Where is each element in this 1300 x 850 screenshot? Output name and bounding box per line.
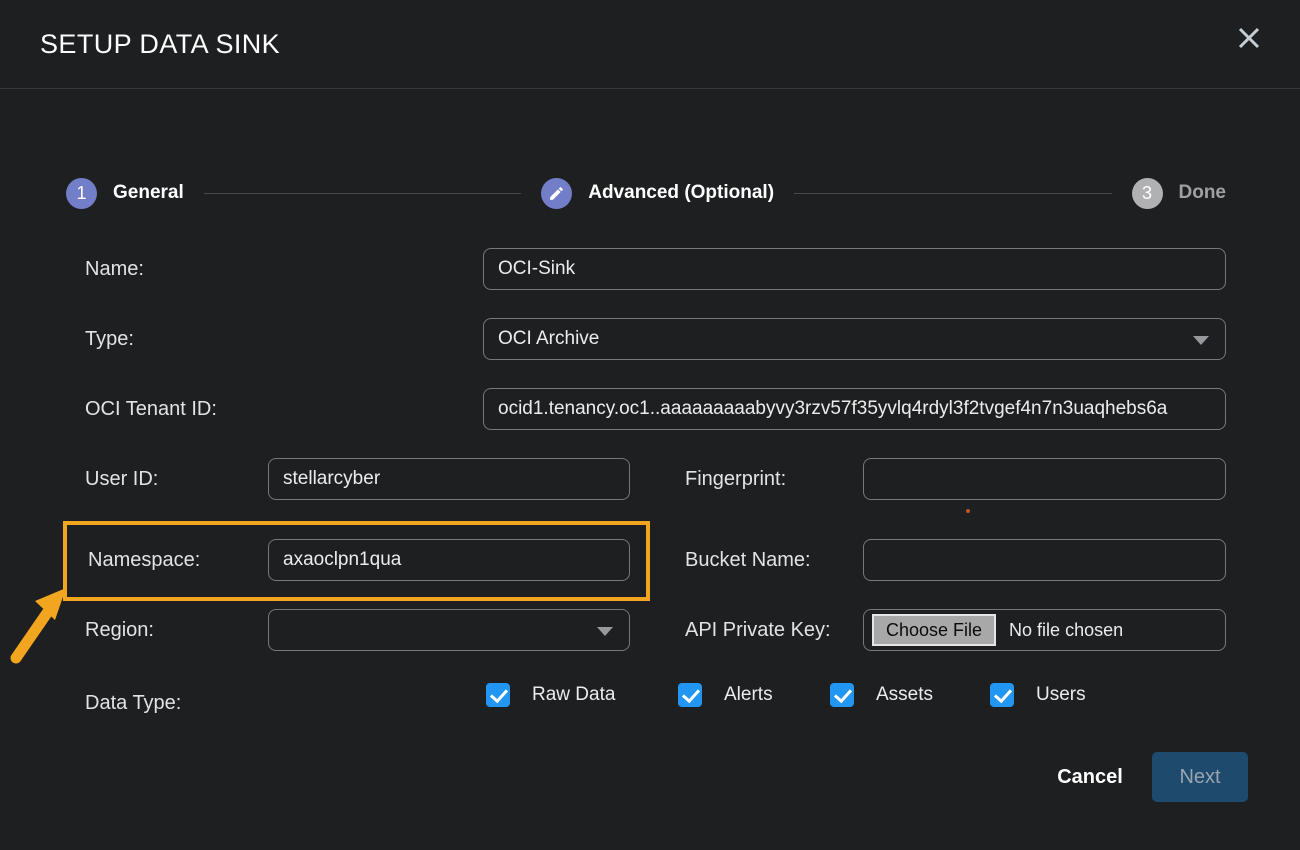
pencil-icon (541, 178, 572, 209)
step-2-label: Advanced (Optional) (588, 182, 774, 204)
file-chosen-status: No file chosen (1009, 620, 1123, 641)
checkbox-checked-icon (990, 683, 1014, 707)
data-type-label: Data Type: (85, 682, 181, 724)
step-1-badge: 1 (66, 178, 97, 209)
namespace-label: Namespace: (88, 539, 200, 581)
step-done: 3 Done (1132, 178, 1227, 209)
cancel-button[interactable]: Cancel (1038, 752, 1142, 802)
checkbox-assets-label: Assets (876, 684, 933, 706)
fingerprint-input[interactable] (863, 458, 1226, 500)
checkbox-checked-icon (486, 683, 510, 707)
step-advanced[interactable]: Advanced (Optional) (541, 178, 774, 209)
close-button[interactable] (1232, 22, 1266, 56)
dialog-header: SETUP DATA SINK (0, 0, 1300, 89)
step-general[interactable]: 1 General (66, 178, 184, 209)
checkbox-raw-data-label: Raw Data (532, 684, 615, 706)
region-label: Region: (85, 609, 154, 651)
step-1-label: General (113, 182, 184, 204)
checkbox-checked-icon (830, 683, 854, 707)
checkbox-alerts-label: Alerts (724, 684, 773, 706)
step-3-label: Done (1179, 182, 1227, 204)
checkbox-checked-icon (678, 683, 702, 707)
region-select[interactable] (268, 609, 630, 651)
wizard-stepper: 1 General Advanced (Optional) 3 Done (66, 172, 1226, 214)
checkbox-users-label: Users (1036, 684, 1086, 706)
name-input[interactable] (483, 248, 1226, 290)
checkbox-raw-data[interactable]: Raw Data (486, 683, 615, 707)
api-private-key-file-input[interactable]: Choose File No file chosen (863, 609, 1226, 651)
api-private-key-label: API Private Key: (685, 609, 831, 651)
type-select[interactable]: OCI Archive (483, 318, 1226, 360)
dialog-title: SETUP DATA SINK (40, 0, 280, 88)
user-id-input[interactable] (268, 458, 630, 500)
namespace-input[interactable] (268, 539, 630, 581)
setup-data-sink-dialog: SETUP DATA SINK 1 General Advanced (Opti… (0, 0, 1300, 850)
stepper-connector (794, 193, 1111, 194)
stepper-connector (204, 193, 521, 194)
chevron-down-icon (597, 627, 613, 636)
name-label: Name: (85, 248, 144, 290)
checkbox-users[interactable]: Users (990, 683, 1086, 707)
user-id-label: User ID: (85, 458, 158, 500)
fingerprint-label: Fingerprint: (685, 458, 786, 500)
tenant-id-label: OCI Tenant ID: (85, 388, 217, 430)
orange-dot-artifact (966, 509, 970, 513)
type-select-value: OCI Archive (498, 328, 599, 350)
step-3-badge: 3 (1132, 178, 1163, 209)
chevron-down-icon (1193, 336, 1209, 345)
annotation-arrow-icon (2, 576, 82, 668)
tenant-id-input[interactable] (483, 388, 1226, 430)
bucket-name-input[interactable] (863, 539, 1226, 581)
next-button[interactable]: Next (1152, 752, 1248, 802)
checkbox-alerts[interactable]: Alerts (678, 683, 773, 707)
close-icon (1234, 41, 1264, 56)
checkbox-assets[interactable]: Assets (830, 683, 933, 707)
choose-file-button[interactable]: Choose File (872, 614, 996, 647)
bucket-name-label: Bucket Name: (685, 539, 811, 581)
type-label: Type: (85, 318, 134, 360)
